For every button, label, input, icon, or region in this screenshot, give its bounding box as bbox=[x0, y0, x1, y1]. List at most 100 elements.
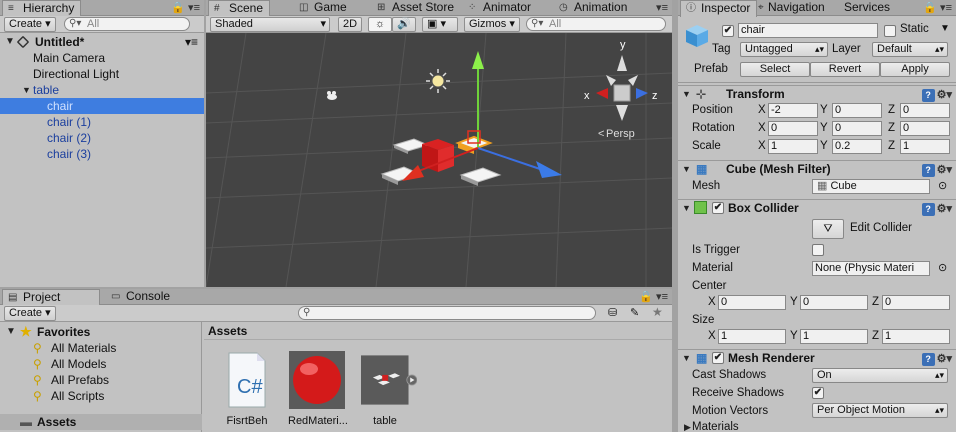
static-checkbox[interactable] bbox=[884, 25, 896, 37]
tab-project[interactable]: ▤ Project bbox=[2, 289, 100, 306]
rotation-z-field[interactable]: 0 bbox=[900, 121, 950, 136]
favorite-star-icon[interactable]: ★ bbox=[652, 305, 663, 319]
fold-open-icon[interactable]: ▼ bbox=[682, 200, 691, 217]
mesh-renderer-enabled-checkbox[interactable]: ✔ bbox=[712, 352, 724, 364]
tab-console[interactable]: ▭ Console bbox=[106, 289, 176, 305]
center-y-field[interactable]: 0 bbox=[800, 295, 868, 310]
physic-material-field[interactable]: None (Physic Materi bbox=[812, 261, 930, 276]
active-checkbox[interactable]: ✔ bbox=[722, 25, 734, 37]
position-z-field[interactable]: 0 bbox=[900, 103, 950, 118]
scene-audio-toggle[interactable]: 🔊 bbox=[392, 17, 416, 32]
hierarchy-item-chair-1[interactable]: chair (1) bbox=[0, 114, 204, 130]
scene-viewport[interactable]: y x z < Persp bbox=[206, 33, 672, 287]
object-name-field[interactable]: chair bbox=[738, 23, 878, 38]
fold-open-icon[interactable]: ▼ bbox=[682, 161, 691, 178]
fold-open-icon[interactable]: ▼ bbox=[682, 350, 691, 367]
gizmos-dropdown[interactable]: Gizmos ▾ bbox=[464, 17, 520, 32]
edit-collider-button[interactable]: ⛛ bbox=[812, 219, 844, 239]
scene-canvas[interactable]: y x z < Persp bbox=[206, 33, 672, 287]
mesh-field[interactable]: ▦ Cube bbox=[812, 179, 930, 194]
scene-lighting-toggle[interactable]: ☼ bbox=[368, 17, 392, 32]
hierarchy-item-table[interactable]: ▼ table bbox=[0, 82, 204, 98]
tab-hierarchy[interactable]: ≡ Hierarchy bbox=[2, 0, 82, 17]
tab-inspector[interactable]: ⓘ Inspector bbox=[680, 0, 758, 17]
toggle-2d-button[interactable]: 2D bbox=[338, 17, 362, 32]
tab-navigation[interactable]: ⌖ Navigation bbox=[754, 0, 831, 16]
materials-row[interactable]: ▶ Materials bbox=[678, 421, 956, 432]
scale-x-field[interactable]: 1 bbox=[768, 139, 818, 154]
filter-by-label-icon[interactable]: ✎ bbox=[630, 306, 639, 319]
gear-icon[interactable]: ⚙▾ bbox=[937, 353, 952, 365]
fold-open-icon[interactable]: ▼ bbox=[22, 82, 31, 98]
rotation-x-field[interactable]: 0 bbox=[768, 121, 818, 136]
shading-mode-dropdown[interactable]: Shaded ▾ bbox=[210, 17, 330, 32]
directional-light-gizmo[interactable] bbox=[426, 69, 450, 93]
tab-game[interactable]: ◫ Game bbox=[294, 0, 353, 16]
prefab-select-button[interactable]: Select bbox=[740, 62, 810, 77]
gear-icon[interactable]: ⚙▾ bbox=[937, 164, 952, 176]
scene-root-row[interactable]: ▼ Untitled* ▾≡ bbox=[0, 34, 204, 50]
asset-item[interactable]: RedMateri... bbox=[288, 351, 348, 427]
hierarchy-search-input[interactable]: ⚲▾ All bbox=[64, 17, 190, 31]
hierarchy-item-chair-3[interactable]: chair (3) bbox=[0, 146, 204, 162]
scene-effects-dropdown[interactable]: ▣ ▾ bbox=[422, 17, 458, 32]
scene-search-input[interactable]: ⚲▾ All bbox=[526, 17, 666, 31]
object-picker-icon[interactable]: ⊙ bbox=[938, 179, 947, 192]
gear-icon[interactable]: ⚙▾ bbox=[937, 203, 952, 215]
motion-vectors-dropdown[interactable]: Per Object Motion ▴▾ bbox=[812, 403, 948, 418]
fold-open-icon[interactable]: ▼ bbox=[5, 34, 15, 50]
scale-y-field[interactable]: 0.2 bbox=[832, 139, 882, 154]
panel-menu-icon[interactable]: ▾≡ bbox=[656, 1, 668, 14]
size-y-field[interactable]: 1 bbox=[800, 329, 868, 344]
chevron-down-icon[interactable]: ▼ bbox=[940, 23, 950, 34]
cast-shadows-dropdown[interactable]: On ▴▾ bbox=[812, 368, 948, 383]
help-icon[interactable]: ? bbox=[921, 164, 935, 177]
prefab-revert-button[interactable]: Revert bbox=[810, 62, 880, 77]
gear-icon[interactable]: ⚙▾ bbox=[937, 89, 952, 101]
hierarchy-item-main-camera[interactable]: Main Camera bbox=[0, 50, 204, 66]
asset-item[interactable]: C# FisrtBeh bbox=[218, 351, 276, 427]
fold-open-icon[interactable]: ▼ bbox=[6, 324, 16, 340]
center-x-field[interactable]: 0 bbox=[718, 295, 786, 310]
scene-menu-icon[interactable]: ▾≡ bbox=[185, 34, 198, 50]
create-button[interactable]: Create ▾ bbox=[4, 17, 56, 32]
help-icon[interactable]: ? bbox=[921, 353, 935, 366]
transform-header[interactable]: ▼ ⊹ Transform ? ⚙▾ bbox=[678, 85, 956, 103]
filter-by-type-icon[interactable]: ⛁ bbox=[608, 306, 617, 319]
box-collider-enabled-checkbox[interactable]: ✔ bbox=[712, 202, 724, 214]
is-trigger-checkbox[interactable] bbox=[812, 244, 824, 256]
receive-shadows-checkbox[interactable]: ✔ bbox=[812, 387, 824, 399]
size-x-field[interactable]: 1 bbox=[718, 329, 786, 344]
layer-dropdown[interactable]: Default ▴▾ bbox=[872, 42, 948, 57]
mesh-renderer-header[interactable]: ▼ ▦ ✔ Mesh Renderer ? ⚙▾ bbox=[678, 349, 956, 367]
fold-open-icon[interactable]: ▼ bbox=[682, 86, 691, 103]
rotation-y-field[interactable]: 0 bbox=[832, 121, 882, 136]
tab-animation[interactable]: ◷ Animation bbox=[554, 0, 633, 16]
asset-item[interactable]: table bbox=[360, 351, 418, 427]
size-z-field[interactable]: 1 bbox=[882, 329, 950, 344]
tag-dropdown[interactable]: Untagged ▴▾ bbox=[740, 42, 828, 57]
help-icon[interactable]: ? bbox=[921, 89, 935, 102]
fold-closed-icon[interactable]: ▶ bbox=[684, 422, 691, 432]
scale-z-field[interactable]: 1 bbox=[900, 139, 950, 154]
object-picker-icon[interactable]: ⊙ bbox=[938, 261, 947, 274]
tab-scene[interactable]: # Scene bbox=[208, 0, 271, 17]
hierarchy-item-chair[interactable]: chair bbox=[0, 98, 204, 114]
camera-gizmo[interactable] bbox=[327, 91, 337, 100]
tab-animator[interactable]: ⁘ Animator bbox=[463, 0, 537, 16]
tab-asset-store[interactable]: ⊞ Asset Store bbox=[372, 0, 460, 16]
position-y-field[interactable]: 0 bbox=[832, 103, 882, 118]
position-x-field[interactable]: -2 bbox=[768, 103, 818, 118]
hierarchy-item-directional-light[interactable]: Directional Light bbox=[0, 66, 204, 82]
create-asset-button[interactable]: Create ▾ bbox=[4, 306, 56, 321]
box-collider-header[interactable]: ▼ ✔ Box Collider ? ⚙▾ bbox=[678, 199, 956, 217]
tab-services[interactable]: Services bbox=[838, 0, 896, 16]
mesh-filter-header[interactable]: ▼ ▦ Cube (Mesh Filter) ? ⚙▾ bbox=[678, 160, 956, 178]
hierarchy-item-chair-2[interactable]: chair (2) bbox=[0, 130, 204, 146]
panel-menu-icon[interactable]: 🔒 ▾≡ bbox=[171, 1, 200, 14]
persp-indicator[interactable]: < Persp bbox=[598, 128, 635, 140]
help-icon[interactable]: ? bbox=[921, 203, 935, 216]
center-z-field[interactable]: 0 bbox=[882, 295, 950, 310]
project-search-input[interactable]: ⚲ bbox=[298, 306, 596, 320]
panel-menu-icon[interactable]: 🔒 ▾≡ bbox=[923, 1, 952, 14]
